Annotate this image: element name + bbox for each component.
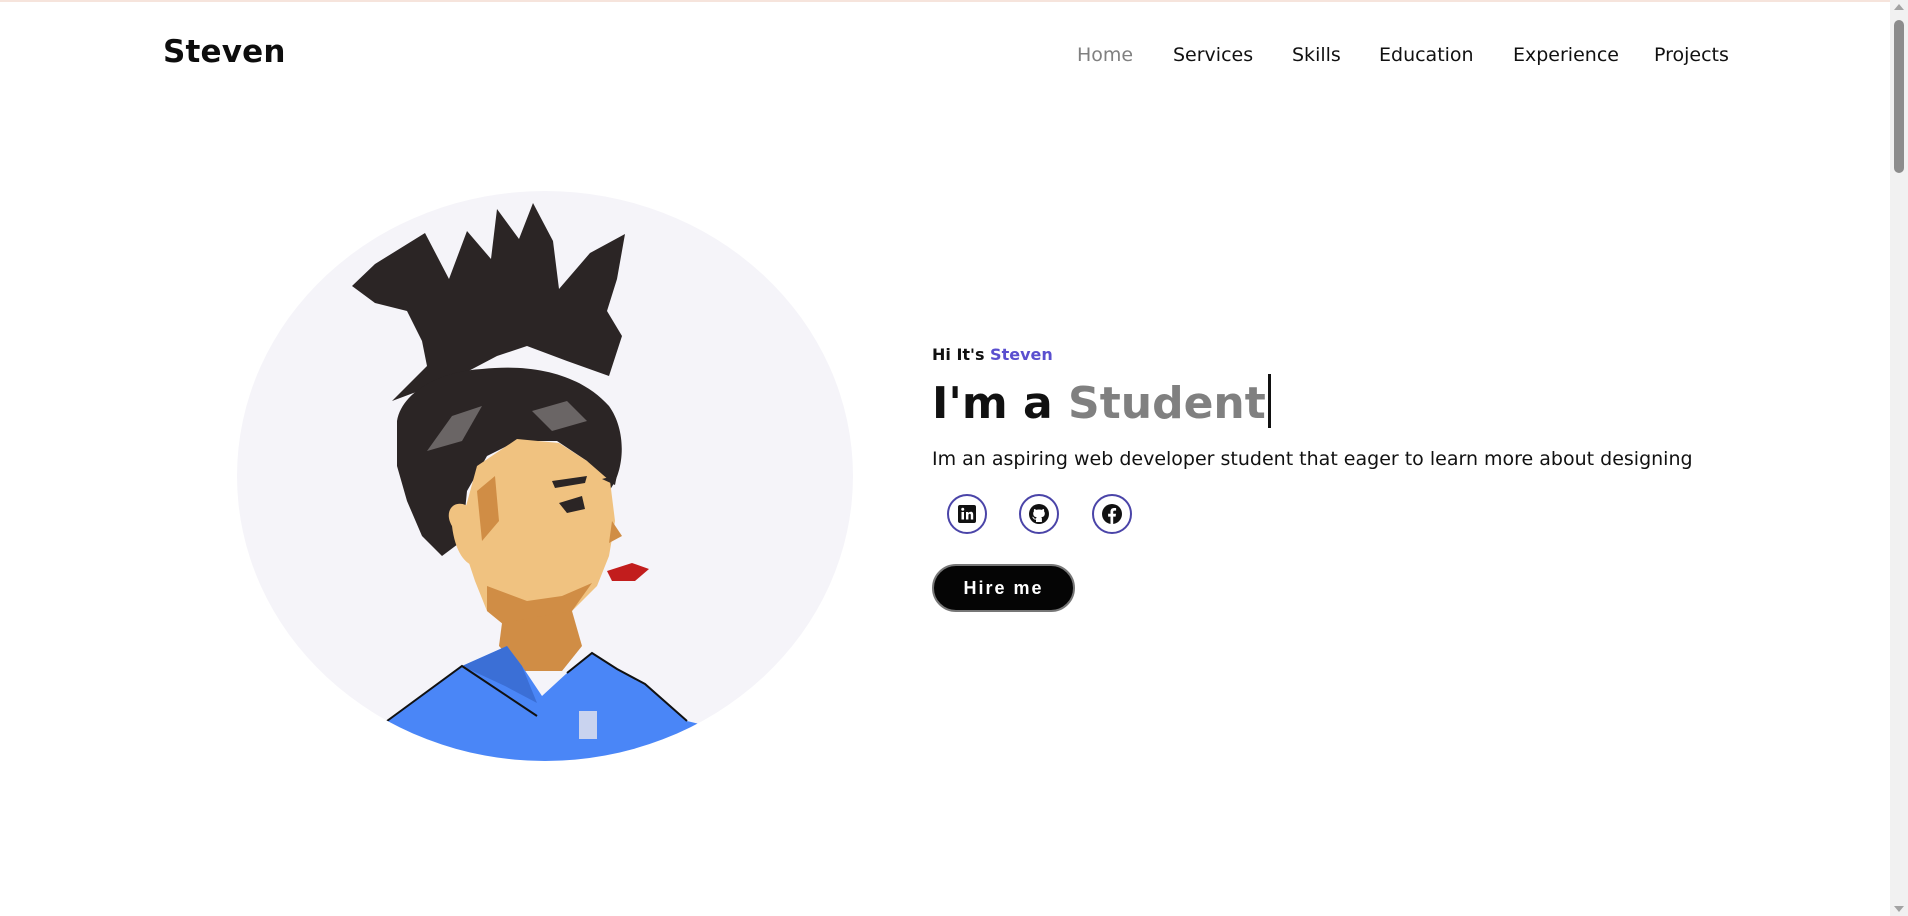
greeting-prefix: Hi It's <box>932 345 985 364</box>
greeting: Hi It's Steven <box>932 345 1732 364</box>
linkedin-icon <box>958 505 976 523</box>
nav-education[interactable]: Education <box>1379 44 1474 66</box>
linkedin-link[interactable] <box>947 494 987 534</box>
scrollbar[interactable] <box>1890 0 1908 916</box>
nav-projects[interactable]: Projects <box>1654 44 1729 66</box>
facebook-icon <box>1102 504 1122 524</box>
hire-me-button[interactable]: Hire me <box>932 564 1075 612</box>
avatar-illustration <box>237 191 853 761</box>
main-nav: Home Services Skills Education Experienc… <box>0 44 1890 74</box>
hero-intro: Hi It's Steven I'm a Student Im an aspir… <box>932 345 1732 470</box>
scroll-up-icon[interactable] <box>1894 4 1904 10</box>
site-header: Steven Home Services Skills Education Ex… <box>0 0 1890 110</box>
greeting-name: Steven <box>990 345 1053 364</box>
nav-home[interactable]: Home <box>1077 44 1133 66</box>
hero-description: Im an aspiring web developer student tha… <box>932 448 1693 471</box>
scrollbar-thumb[interactable] <box>1894 20 1904 173</box>
avatar-portrait-graphic <box>237 203 853 761</box>
headline-typed-word: Student <box>1068 378 1266 429</box>
facebook-link[interactable] <box>1092 494 1132 534</box>
nav-skills[interactable]: Skills <box>1292 44 1341 66</box>
github-icon <box>1029 504 1049 524</box>
hero-headline: I'm a Student <box>932 374 1732 428</box>
typing-cursor <box>1267 374 1271 428</box>
nav-services[interactable]: Services <box>1173 44 1253 66</box>
headline-prefix: I'm a <box>932 378 1053 429</box>
scroll-down-icon[interactable] <box>1894 906 1904 912</box>
github-link[interactable] <box>1019 494 1059 534</box>
nav-experience[interactable]: Experience <box>1513 44 1619 66</box>
